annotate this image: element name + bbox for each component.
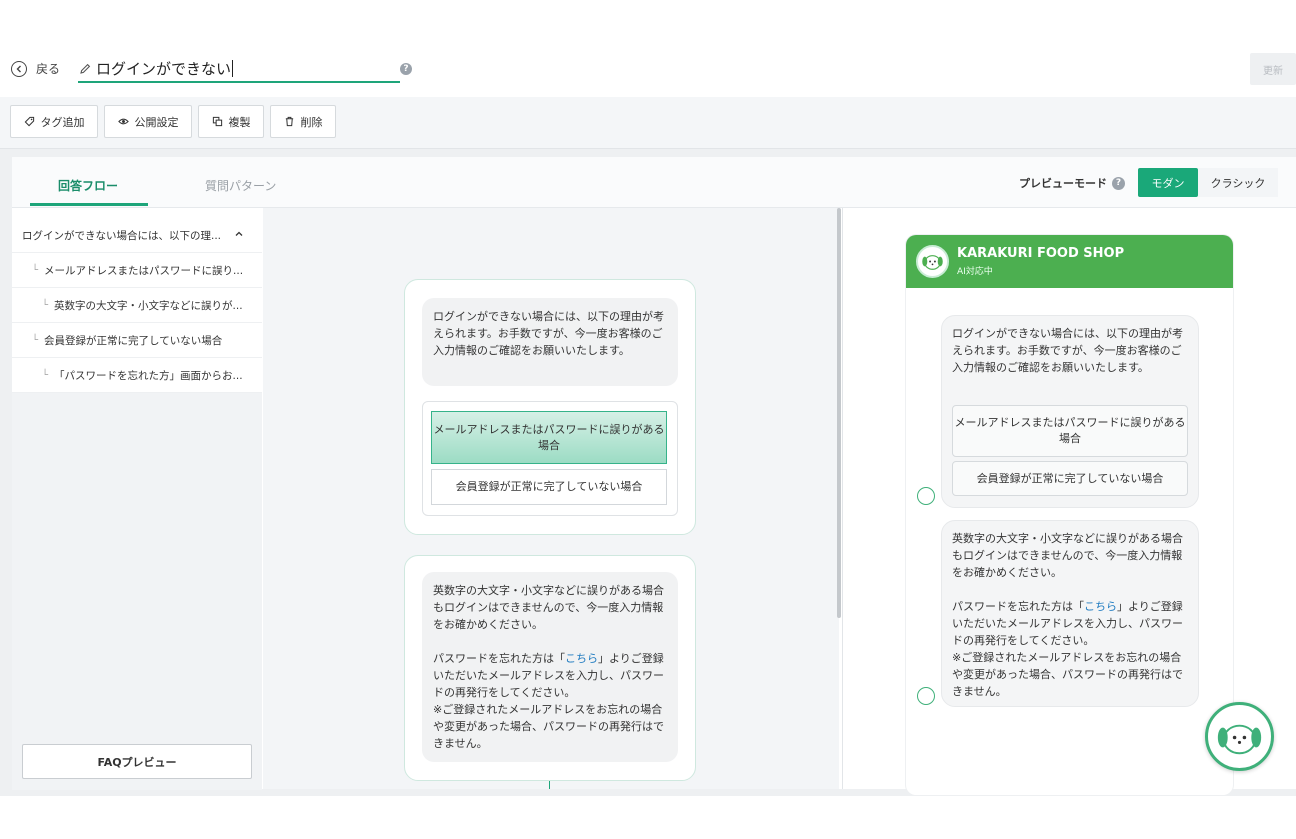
tag-icon [24,116,34,127]
back-button[interactable]: 戻る [11,60,60,77]
tab-answer-flow[interactable]: 回答フロー [58,177,118,194]
message-paragraph: 英数字の大文字・小文字などに誤りがある場合もログインはできませんので、今一度入力… [952,532,1183,579]
active-tab-indicator [30,203,148,206]
preview-area: KARAKURI FOOD SHOP AI対応中 ログインができない場合には、以… [842,208,1296,795]
tree-item-label: 英数字の大文字・小文字などに誤りが... [54,299,243,312]
chat-option-button[interactable]: メールアドレスまたはパスワードに誤りがある場合 [952,405,1188,457]
help-icon[interactable]: ? [400,63,412,75]
chat-header: KARAKURI FOOD SHOP AI対応中 [906,235,1233,288]
flow-line [549,781,550,789]
editor-panel: 回答フロー 質問パターン プレビューモード ? モダン クラシック ログインがで… [12,157,1296,795]
text-cursor [232,60,234,77]
tab-question-patterns[interactable]: 質問パターン [205,177,276,194]
message-text: パスワードを忘れた方は「 [433,652,565,665]
flow-node[interactable]: ログインができない場合には、以下の理由が考えられます。お手数ですが、今一度お客様… [404,279,696,535]
tree-item[interactable]: └ 「パスワードを忘れた方」画面からお... [12,358,262,393]
workspace: 回答フロー 質問パターン プレビューモード ? モダン クラシック ログインがで… [0,149,1296,796]
duplicate-label: 複製 [228,115,251,129]
back-label: 戻る [36,62,61,76]
flow-connector [263,208,343,789]
message-bubble: 英数字の大文字・小文字などに誤りがある場合もログインはできませんので、今一度入力… [422,572,678,762]
update-button[interactable]: 更新 [1250,53,1296,85]
here-link[interactable]: こちら [1084,600,1117,613]
shop-name: KARAKURI FOOD SHOP [957,246,1125,261]
chevron-up-icon[interactable] [234,229,244,239]
classic-mode-button[interactable]: クラシック [1198,168,1278,197]
branch-mark: └ [32,334,39,346]
options-frame: メールアドレスまたはパスワードに誤りがある場合 会員登録が正常に完了していない場… [422,401,678,516]
tree-item[interactable]: └ メールアドレスまたはパスワードに誤り... [12,253,262,288]
chat-message: ログインができない場合には、以下の理由が考えられます。お手数ですが、今一度お客様… [941,315,1199,508]
toolbar: タグ追加 公開設定 複製 削除 [0,97,1296,149]
delete-label: 削除 [300,115,323,129]
eye-icon [117,118,129,125]
message-paragraph: ※ご登録されたメールアドレスをお忘れの場合や変更があった場合、パスワードの再発行… [952,651,1183,698]
branch-mark: └ [42,369,49,381]
flow-canvas[interactable]: ログインができない場合には、以下の理由が考えられます。お手数ですが、今一度お客様… [263,208,839,789]
preview-mode-label: プレビューモード ? [1019,175,1125,191]
flow-tree: ログインができない場合には、以下の理... └ メールアドレスまたはパスワードに… [12,218,262,790]
message-paragraph: 英数字の大文字・小文字などに誤りがある場合もログインはできませんので、今一度入力… [433,584,664,631]
back-arrow-icon [11,60,27,77]
add-tag-label: タグ追加 [40,115,85,129]
chat-preview: KARAKURI FOOD SHOP AI対応中 ログインができない場合には、以… [906,235,1233,795]
flow-node[interactable]: 英数字の大文字・小文字などに誤りがある場合もログインはできませんので、今一度入力… [404,555,696,781]
trash-icon [285,116,293,127]
delete-button[interactable]: 削除 [270,105,336,138]
branch-mark: └ [32,264,39,276]
message-bubble: ログインができない場合には、以下の理由が考えられます。お手数ですが、今一度お客様… [422,298,678,386]
chat-option-button[interactable]: 会員登録が正常に完了していない場合 [952,461,1188,496]
tree-item[interactable]: └ 会員登録が正常に完了していない場合 [12,323,262,358]
tree-item-label: 「パスワードを忘れた方」画面からお... [54,369,243,382]
duplicate-button[interactable]: 複製 [198,105,264,138]
message-text: ログインができない場合には、以下の理由が考えられます。お手数ですが、今一度お客様… [952,327,1183,374]
option-button[interactable]: メールアドレスまたはパスワードに誤りがある場合 [431,411,667,464]
publish-label: 公開設定 [134,115,179,129]
message-text: パスワードを忘れた方は「 [952,600,1084,613]
copy-icon [212,116,222,127]
message-paragraph: ※ご登録されたメールアドレスをお忘れの場合や変更があった場合、パスワードの再発行… [433,703,664,750]
preview-mode-text: プレビューモード [1019,177,1107,190]
top-bar: 戻る ログインができない ? 更新 [0,0,1296,97]
tree-item-label: メールアドレスまたはパスワードに誤り... [44,264,244,277]
branch-mark: └ [42,299,49,311]
pencil-icon [80,63,91,74]
add-tag-button[interactable]: タグ追加 [10,105,98,138]
dog-logo-icon [916,245,949,278]
tree-item-label: 会員登録が正常に完了していない場合 [44,334,223,347]
tree-item-label: ログインができない場合には、以下の理... [22,229,222,242]
bot-avatar-icon [917,487,935,505]
message-paragraph: パスワードを忘れた方は「こちら」よりご登録いただいたメールアドレスを入力し、パス… [433,650,667,701]
bot-status: AI対応中 [957,267,993,277]
message-paragraph: パスワードを忘れた方は「こちら」よりご登録いただいたメールアドレスを入力し、パス… [952,598,1188,649]
title-input[interactable]: ログインができない [78,56,400,83]
bot-avatar-icon [917,687,935,705]
option-button[interactable]: 会員登録が正常に完了していない場合 [431,469,667,505]
help-icon[interactable]: ? [1112,176,1125,190]
page-title: ログインができない [96,60,232,78]
chat-message: 英数字の大文字・小文字などに誤りがある場合もログインはできませんので、今一度入力… [941,520,1199,707]
tabs-row: 回答フロー 質問パターン プレビューモード ? モダン クラシック [12,157,1296,208]
publish-settings-button[interactable]: 公開設定 [104,105,192,138]
chatbot-launcher-icon[interactable] [1205,702,1274,771]
canvas-scrollbar[interactable] [837,208,841,618]
tree-item[interactable]: └ 英数字の大文字・小文字などに誤りが... [12,288,262,323]
modern-mode-button[interactable]: モダン [1138,168,1198,197]
tree-item[interactable]: ログインができない場合には、以下の理... [12,218,262,253]
here-link[interactable]: こちら [565,652,598,665]
faq-preview-button[interactable]: FAQプレビュー [22,744,252,779]
